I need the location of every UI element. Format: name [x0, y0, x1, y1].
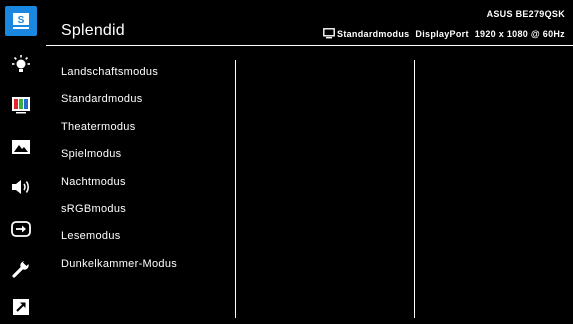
- resolution: 1920 x 1080 @ 60Hz: [474, 28, 565, 39]
- sidebar-item-image[interactable]: [5, 132, 37, 162]
- sidebar-item-bluelight[interactable]: [5, 50, 37, 80]
- splendid-mode-list: Landschaftsmodus Standardmodus Theatermo…: [61, 64, 177, 283]
- sidebar-item-input[interactable]: [5, 214, 37, 244]
- monitor-icon: [323, 28, 335, 39]
- mode-item-standardmodus[interactable]: Standardmodus: [61, 91, 177, 118]
- speaker-icon: [12, 180, 30, 194]
- mode-item-theatermodus[interactable]: Theatermodus: [61, 119, 177, 146]
- mode-item-lesemodus[interactable]: Lesemodus: [61, 228, 177, 255]
- mode-item-spielmodus[interactable]: Spielmodus: [61, 146, 177, 173]
- wrench-icon: [12, 259, 31, 278]
- mode-item-srgbmodus[interactable]: sRGBmodus: [61, 201, 177, 228]
- shortcut-icon: [13, 299, 29, 315]
- color-icon: [12, 97, 30, 114]
- page-title: Splendid: [61, 22, 125, 39]
- status-bar: Standardmodus DisplayPort 1920 x 1080 @ …: [323, 28, 565, 39]
- mode-item-dunkelkammer-modus[interactable]: Dunkelkammer-Modus: [61, 256, 177, 283]
- splendid-icon: S: [13, 13, 29, 29]
- sidebar-item-color[interactable]: [5, 90, 37, 120]
- sidebar-item-sound[interactable]: [5, 172, 37, 202]
- sidebar-item-system[interactable]: [5, 254, 37, 284]
- mode-item-landschaftsmodus[interactable]: Landschaftsmodus: [61, 64, 177, 91]
- column-divider: [235, 60, 236, 318]
- sidebar-item-shortcut[interactable]: [5, 292, 37, 322]
- svg-text:S: S: [18, 15, 25, 26]
- column-divider: [414, 60, 415, 318]
- bluelight-filter-icon: [12, 55, 30, 72]
- image-icon: [12, 140, 30, 154]
- monitor-model: ASUS BE279QSK: [486, 9, 565, 19]
- header-divider: [46, 45, 573, 46]
- input-source: DisplayPort: [415, 28, 469, 39]
- sidebar: S: [0, 0, 45, 324]
- mode-item-nachtmodus[interactable]: Nachtmodus: [61, 174, 177, 201]
- input-select-icon: [11, 221, 31, 237]
- sidebar-item-splendid[interactable]: S: [5, 6, 37, 36]
- osd-menu: S Splendid ASUS BE279QSK Standardmodus D…: [0, 0, 573, 324]
- current-mode: Standardmodus: [337, 28, 410, 39]
